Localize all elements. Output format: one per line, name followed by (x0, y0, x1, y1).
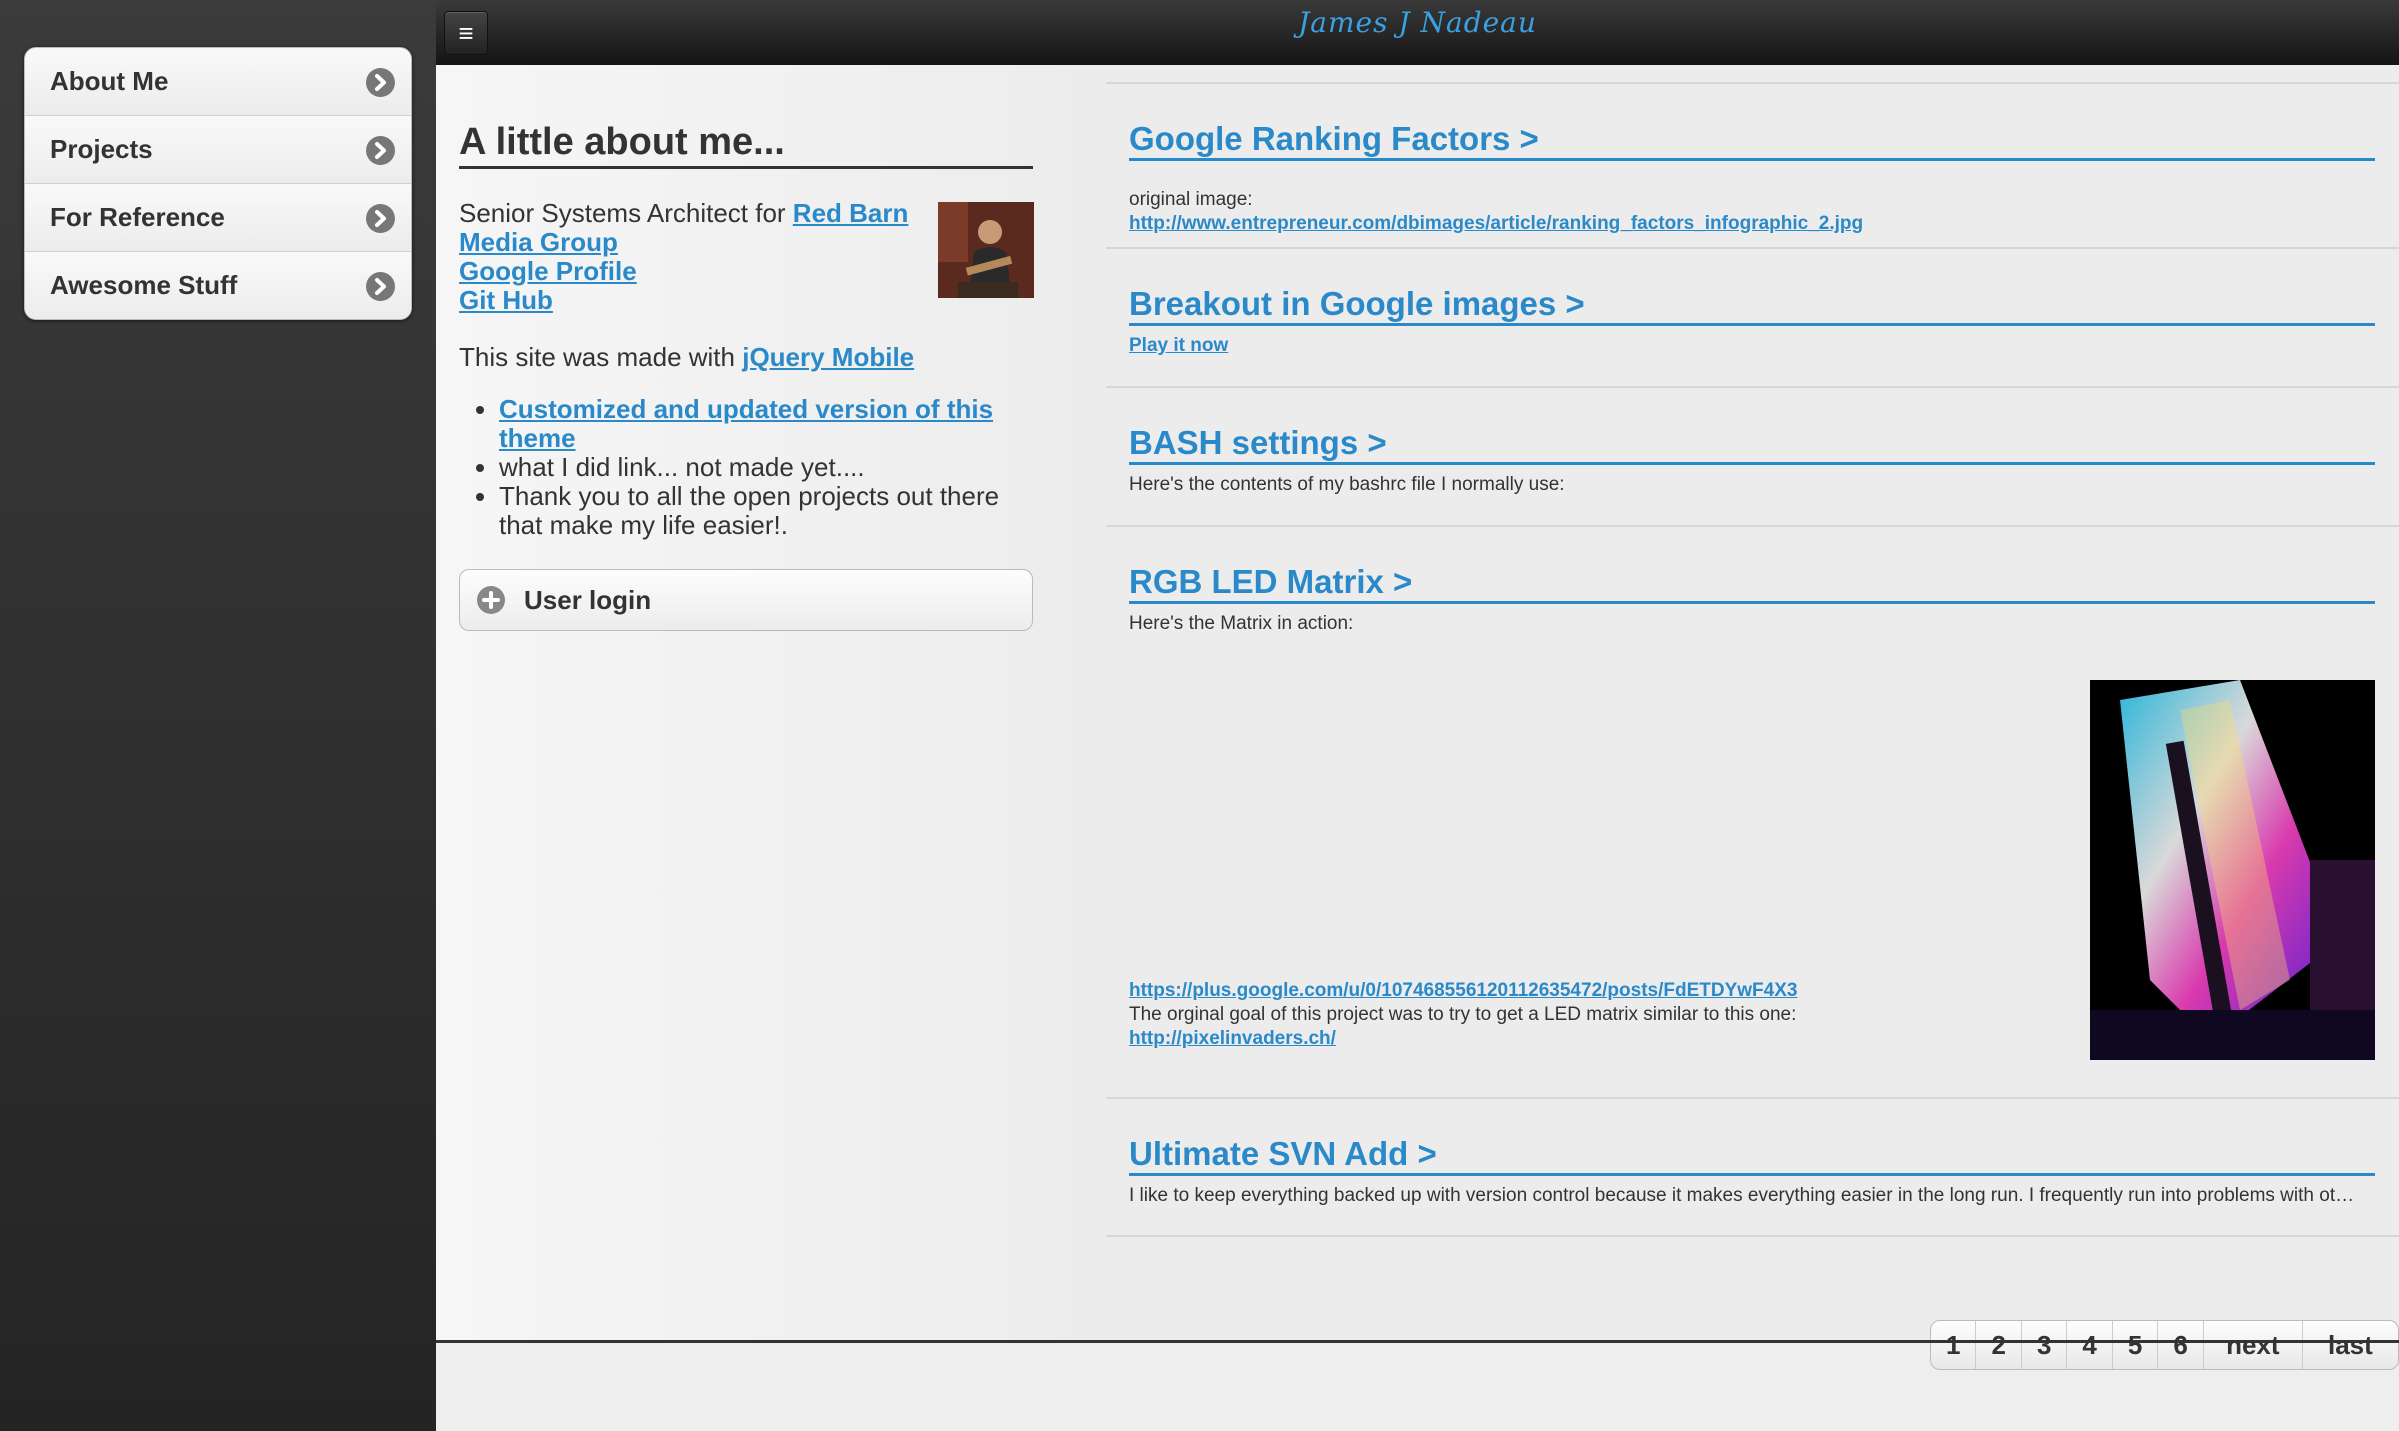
jquery-mobile-link[interactable]: jQuery Mobile (742, 342, 914, 372)
next-page-button[interactable]: next › (2204, 1321, 2303, 1369)
about-heading: A little about me... (459, 121, 1033, 169)
menu-item-about-me[interactable]: About Me (25, 48, 411, 116)
arrow-right-icon (366, 204, 395, 233)
article-breakout: Breakout in Google images > Play it now (1106, 247, 2399, 386)
article-title[interactable]: Breakout in Google images > (1129, 285, 2375, 326)
play-it-now-link[interactable]: Play it now (1129, 335, 1228, 356)
article-title[interactable]: Google Ranking Factors > (1129, 120, 2375, 161)
menu-item-awesome-stuff[interactable]: Awesome Stuff (25, 252, 411, 319)
arrow-right-icon (366, 272, 395, 301)
list-item: Customized and updated version of this t… (499, 395, 1019, 453)
article-footer: https://plus.google.com/u/0/107468556120… (1129, 979, 2375, 1051)
panel-menu: About Me Projects For Reference Awesome … (24, 47, 412, 320)
left-panel: About Me Projects For Reference Awesome … (0, 0, 436, 1431)
article-body: original image: http://www.entrepreneur.… (1129, 188, 2375, 236)
article-text: original image: (1129, 189, 1253, 210)
list-item: Thank you to all the open projects out t… (499, 482, 1019, 540)
plus-icon (477, 586, 505, 614)
site-made-with: This site was made with jQuery Mobile (459, 342, 914, 373)
menu-item-label: About Me (50, 66, 169, 96)
main-page: ≡ James J Nadeau A little about me... Se… (436, 0, 2399, 1431)
arrow-right-icon (366, 136, 395, 165)
article-text: I like to keep everything backed up with… (1129, 1185, 2355, 1206)
page-6-button[interactable]: 6 (2158, 1321, 2204, 1369)
article-body: Here's the Matrix in action: (1129, 612, 2375, 636)
list-item: what I did link... not made yet.... (499, 453, 1019, 482)
about-text: Senior Systems Architect for Red Barn Me… (459, 199, 919, 315)
menu-item-label: Awesome Stuff (50, 270, 238, 300)
article-google-ranking: Google Ranking Factors > original image:… (1106, 82, 2399, 247)
menu-item-label: Projects (50, 134, 153, 164)
menu-item-projects[interactable]: Projects (25, 116, 411, 184)
arrow-right-icon (366, 68, 395, 97)
intro-text: Senior Systems Architect for (459, 198, 793, 228)
article-title[interactable]: RGB LED Matrix > (1129, 563, 2375, 604)
pagination: 1 2 3 4 5 6 next › last » (1930, 1320, 2399, 1370)
article-body: Here's the contents of my bashrc file I … (1129, 473, 2375, 497)
site-title[interactable]: James J Nadeau (436, 6, 2399, 39)
article-text: The orginal goal of this project was to … (1129, 1004, 1797, 1025)
article-title[interactable]: BASH settings > (1129, 424, 2375, 465)
article-rgb-led-matrix: RGB LED Matrix > Here's the Matrix in ac… (1106, 525, 2399, 1097)
made-with-text: This site was made with (459, 342, 743, 372)
notes-list: Customized and updated version of this t… (459, 395, 1019, 540)
article-bash-settings: BASH settings > Here's the contents of m… (1106, 386, 2399, 525)
article-svn-add: Ultimate SVN Add > I like to keep everyt… (1106, 1097, 2399, 1237)
github-link[interactable]: Git Hub (459, 285, 553, 315)
page-3-button[interactable]: 3 (2022, 1321, 2068, 1369)
google-profile-link[interactable]: Google Profile (459, 256, 637, 286)
page-1-button[interactable]: 1 (1931, 1321, 1977, 1369)
google-plus-post-link[interactable]: https://plus.google.com/u/0/107468556120… (1129, 980, 1797, 1001)
menu-item-for-reference[interactable]: For Reference (25, 184, 411, 252)
menu-item-label: For Reference (50, 202, 225, 232)
user-login-label: User login (524, 585, 652, 615)
page-2-button[interactable]: 2 (1976, 1321, 2022, 1369)
user-login-collapsible[interactable]: User login (459, 569, 1033, 631)
profile-photo (938, 202, 1034, 298)
article-link[interactable]: http://www.entrepreneur.com/dbimages/art… (1129, 213, 1863, 234)
last-page-button[interactable]: last » (2303, 1321, 2398, 1369)
about-column: A little about me... Senior Systems Arch… (436, 65, 1106, 1340)
article-body: I like to keep everything backed up with… (1129, 1184, 2375, 1208)
theme-link[interactable]: Customized and updated version of this t… (499, 394, 993, 453)
page-4-button[interactable]: 4 (2067, 1321, 2113, 1369)
divider (1106, 1235, 2399, 1237)
articles-column: Google Ranking Factors > original image:… (1106, 65, 2399, 1370)
article-title[interactable]: Ultimate SVN Add > (1129, 1135, 2375, 1176)
article-text: Here's the contents of my bashrc file I … (1129, 474, 1565, 495)
footer-divider (436, 1340, 2399, 1343)
page-5-button[interactable]: 5 (2113, 1321, 2159, 1369)
header-bar: ≡ James J Nadeau (436, 0, 2399, 66)
pixelinvaders-link[interactable]: http://pixelinvaders.ch/ (1129, 1028, 1336, 1049)
article-body: Play it now (1129, 334, 2375, 358)
article-text: Here's the Matrix in action: (1129, 613, 1354, 634)
